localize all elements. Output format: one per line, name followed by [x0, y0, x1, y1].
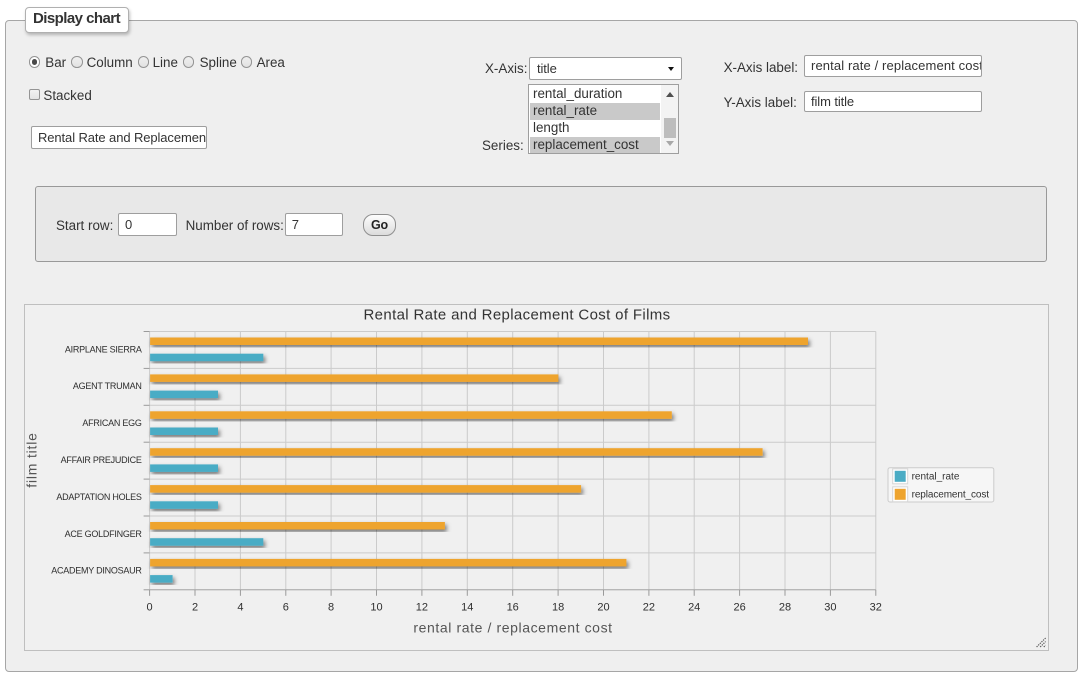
svg-text:24: 24	[688, 602, 700, 614]
svg-text:AIRPLANE SIERRA: AIRPLANE SIERRA	[65, 344, 142, 354]
svg-text:10: 10	[371, 602, 383, 614]
svg-text:14: 14	[462, 602, 474, 614]
svg-text:26: 26	[734, 602, 746, 614]
svg-text:20: 20	[598, 602, 610, 614]
svg-text:12: 12	[416, 602, 428, 614]
svg-text:Rental Rate and Replacement Co: Rental Rate and Replacement Cost of Film…	[364, 307, 671, 324]
svg-text:16: 16	[507, 602, 519, 614]
svg-text:28: 28	[779, 602, 791, 614]
svg-text:AFRICAN EGG: AFRICAN EGG	[83, 418, 143, 428]
svg-text:film title: film title	[25, 432, 40, 487]
svg-text:ADAPTATION HOLES: ADAPTATION HOLES	[57, 492, 142, 502]
svg-text:22: 22	[643, 602, 655, 614]
svg-text:6: 6	[283, 602, 289, 614]
svg-text:rental rate / replacement cost: rental rate / replacement cost	[414, 620, 613, 636]
svg-text:30: 30	[825, 602, 837, 614]
svg-text:0: 0	[147, 602, 153, 614]
svg-text:8: 8	[328, 602, 334, 614]
svg-text:ACADEMY DINOSAUR: ACADEMY DINOSAUR	[52, 566, 143, 576]
svg-text:AGENT TRUMAN: AGENT TRUMAN	[73, 381, 142, 391]
svg-text:AFFAIR PREJUDICE: AFFAIR PREJUDICE	[61, 455, 142, 465]
svg-text:4: 4	[238, 602, 244, 614]
svg-text:ACE GOLDFINGER: ACE GOLDFINGER	[65, 529, 143, 539]
svg-text:replacement_cost: replacement_cost	[912, 490, 990, 501]
svg-text:32: 32	[870, 602, 882, 614]
svg-text:rental_rate: rental_rate	[912, 472, 960, 483]
svg-text:2: 2	[192, 602, 198, 614]
svg-text:18: 18	[552, 602, 564, 614]
